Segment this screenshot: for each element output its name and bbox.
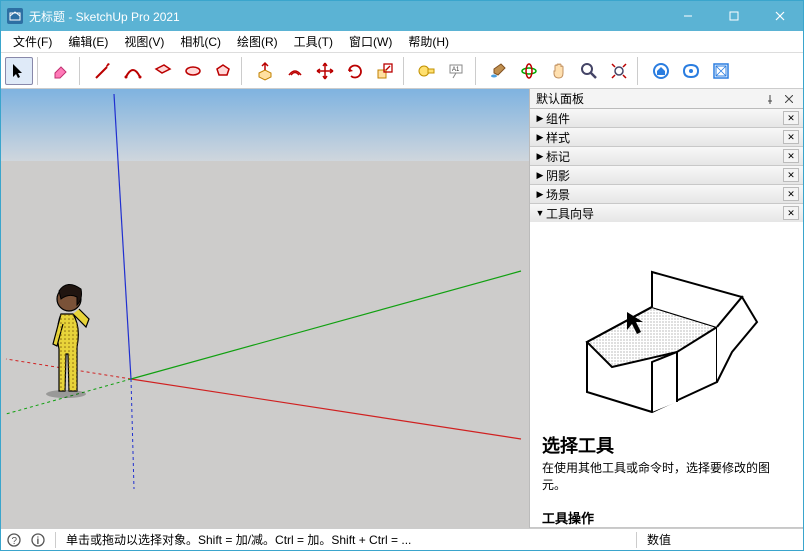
instructor-illustration bbox=[557, 252, 777, 422]
menu-file[interactable]: 文件(F) bbox=[5, 31, 60, 52]
acc-label: 样式 bbox=[546, 129, 570, 146]
chevron-right-icon: ▶ bbox=[534, 170, 546, 181]
pan-tool-button[interactable] bbox=[545, 57, 573, 85]
chevron-down-icon: ▼ bbox=[534, 208, 546, 218]
app-icon bbox=[7, 8, 23, 24]
acc-tags[interactable]: ▶标记 ✕ bbox=[530, 147, 803, 165]
acc-instructor[interactable]: ▼工具向导 ✕ bbox=[530, 204, 803, 222]
menubar: 文件(F) 编辑(E) 视图(V) 相机(C) 绘图(R) 工具(T) 窗口(W… bbox=[1, 31, 803, 53]
maximize-button[interactable] bbox=[711, 1, 757, 31]
zoom-extents-tool-button[interactable] bbox=[605, 57, 633, 85]
statusbar: ? i 单击或拖动以选择对象。Shift = 加/减。Ctrl = 加。Shif… bbox=[1, 528, 803, 550]
pin-icon[interactable] bbox=[763, 92, 777, 106]
menu-view[interactable]: 视图(V) bbox=[116, 31, 172, 52]
svg-text:?: ? bbox=[12, 536, 18, 547]
offset-tool-button[interactable] bbox=[281, 57, 309, 85]
toolbar: A1 bbox=[1, 53, 803, 89]
warehouse-button[interactable] bbox=[647, 57, 675, 85]
eraser-tool-button[interactable] bbox=[47, 57, 75, 85]
rotate-tool-button[interactable] bbox=[341, 57, 369, 85]
instructor-body: 选择工具 在使用其他工具或命令时，选择要修改的图元。 工具操作 1. 点击图元。 bbox=[530, 222, 803, 527]
acc-label: 标记 bbox=[546, 148, 570, 165]
window-title: 无标题 - SketchUp Pro 2021 bbox=[29, 8, 180, 25]
acc-close-icon[interactable]: ✕ bbox=[783, 206, 799, 220]
svg-text:A1: A1 bbox=[452, 67, 460, 73]
acc-close-icon[interactable]: ✕ bbox=[783, 168, 799, 182]
orbit-tool-button[interactable] bbox=[515, 57, 543, 85]
close-button[interactable] bbox=[757, 1, 803, 31]
instructor-ops-title: 工具操作 bbox=[542, 508, 791, 527]
menu-camera[interactable]: 相机(C) bbox=[172, 31, 229, 52]
acc-label: 场景 bbox=[546, 186, 570, 203]
zoom-tool-button[interactable] bbox=[575, 57, 603, 85]
arc-tool-button[interactable] bbox=[119, 57, 147, 85]
acc-label: 工具向导 bbox=[546, 205, 594, 222]
menu-tool[interactable]: 工具(T) bbox=[286, 31, 341, 52]
instructor-tool-desc: 在使用其他工具或命令时，选择要修改的图元。 bbox=[542, 460, 791, 494]
scale-figure bbox=[31, 249, 101, 399]
acc-label: 组件 bbox=[546, 110, 570, 127]
line-tool-button[interactable] bbox=[89, 57, 117, 85]
menu-draw[interactable]: 绘图(R) bbox=[229, 31, 286, 52]
circle-tool-button[interactable] bbox=[179, 57, 207, 85]
menu-edit[interactable]: 编辑(E) bbox=[60, 31, 116, 52]
acc-close-icon[interactable]: ✕ bbox=[783, 187, 799, 201]
acc-shadows[interactable]: ▶阴影 ✕ bbox=[530, 166, 803, 184]
scale-tool-button[interactable] bbox=[371, 57, 399, 85]
vcr-label: 数值 bbox=[647, 531, 797, 548]
acc-styles[interactable]: ▶样式 ✕ bbox=[530, 128, 803, 146]
text-tool-button[interactable]: A1 bbox=[443, 57, 471, 85]
default-tray: 默认面板 ▶组件✕ ▶样式✕ ▶标记✕ ▶阴影✕ ▶场景✕ ▼工具向导✕ bbox=[529, 89, 803, 528]
viewport[interactable] bbox=[1, 89, 529, 528]
acc-components[interactable]: ▶组件 ✕ bbox=[530, 109, 803, 127]
titlebar: 无标题 - SketchUp Pro 2021 bbox=[1, 1, 803, 31]
tray-title: 默认面板 bbox=[536, 90, 584, 107]
move-tool-button[interactable] bbox=[311, 57, 339, 85]
paint-tool-button[interactable] bbox=[485, 57, 513, 85]
chevron-right-icon: ▶ bbox=[534, 113, 546, 124]
info-icon[interactable]: i bbox=[31, 533, 45, 547]
menu-help[interactable]: 帮助(H) bbox=[400, 31, 457, 52]
select-tool-button[interactable] bbox=[5, 57, 33, 85]
minimize-button[interactable] bbox=[665, 1, 711, 31]
chevron-right-icon: ▶ bbox=[534, 151, 546, 162]
help-icon[interactable]: ? bbox=[7, 533, 21, 547]
menu-window[interactable]: 窗口(W) bbox=[341, 31, 400, 52]
acc-label: 阴影 bbox=[546, 167, 570, 184]
acc-close-icon[interactable]: ✕ bbox=[783, 111, 799, 125]
chevron-right-icon: ▶ bbox=[534, 189, 546, 200]
tray-close-icon[interactable] bbox=[781, 92, 797, 106]
extension-warehouse-button[interactable] bbox=[677, 57, 705, 85]
acc-scenes[interactable]: ▶场景 ✕ bbox=[530, 185, 803, 203]
status-hint: 单击或拖动以选择对象。Shift = 加/减。Ctrl = 加。Shift + … bbox=[66, 531, 626, 548]
svg-text:i: i bbox=[37, 536, 40, 547]
instructor-tool-name: 选择工具 bbox=[542, 432, 791, 458]
tape-tool-button[interactable] bbox=[413, 57, 441, 85]
pushpull-tool-button[interactable] bbox=[251, 57, 279, 85]
polygon-tool-button[interactable] bbox=[209, 57, 237, 85]
chevron-right-icon: ▶ bbox=[534, 132, 546, 143]
layout-button[interactable] bbox=[707, 57, 735, 85]
acc-close-icon[interactable]: ✕ bbox=[783, 149, 799, 163]
acc-close-icon[interactable]: ✕ bbox=[783, 130, 799, 144]
rectangle-tool-button[interactable] bbox=[149, 57, 177, 85]
